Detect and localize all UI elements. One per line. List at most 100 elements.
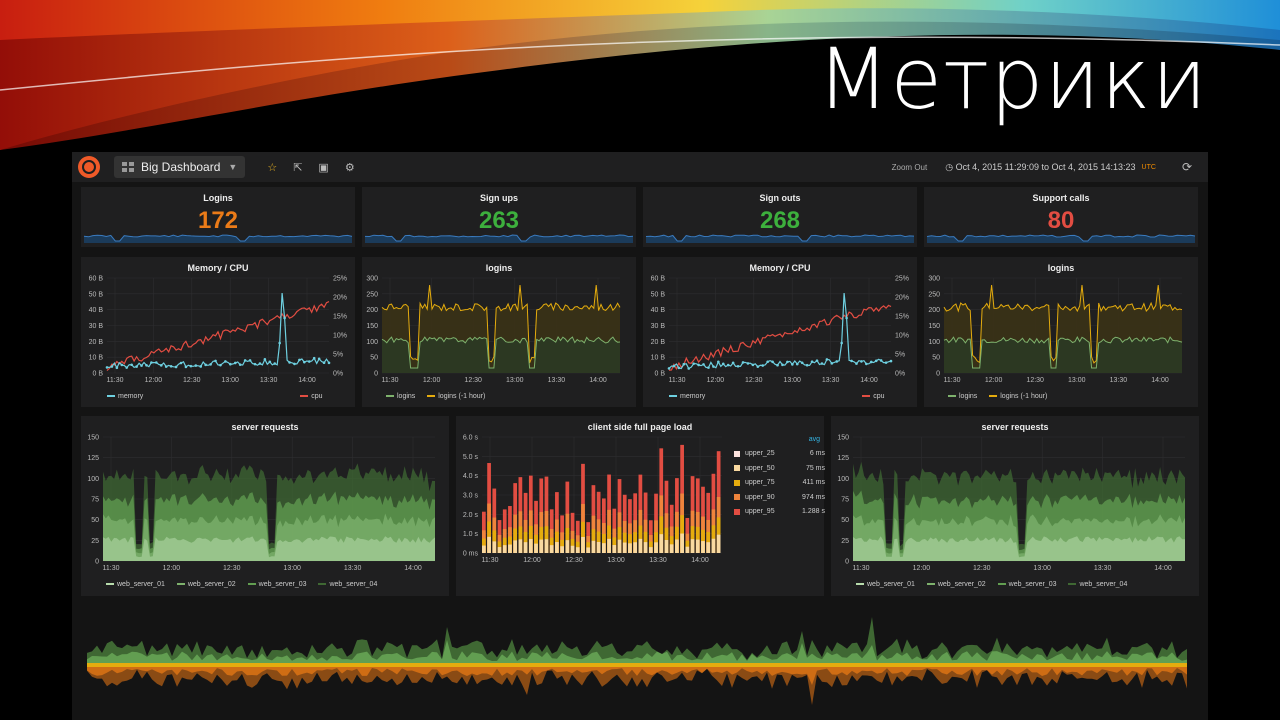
- legend-item[interactable]: web_server_03: [997, 581, 1057, 588]
- memory-point: [756, 365, 760, 368]
- memory-cpu-panel[interactable]: Memory / CPU 60 B 50 B 40 B 30 B 20 B 10 B0 B…: [81, 257, 355, 407]
- legend-item[interactable]: web_server_02: [926, 581, 986, 588]
- memory-point: [860, 360, 863, 363]
- memory-point: [224, 360, 227, 363]
- panel-title: Support calls: [1032, 193, 1090, 203]
- page-load-panel[interactable]: client side full page load 6.0 s 5.0 s 4.0…: [456, 416, 825, 596]
- x-tick-label: 12:00: [913, 565, 931, 572]
- stat-panel-support-calls[interactable]: Support calls 80: [924, 187, 1198, 247]
- stat-panel-sign-ups[interactable]: Sign ups 263: [362, 187, 636, 247]
- x-tick-label: 13:00: [506, 377, 524, 384]
- legend-item[interactable]: upper_25 6 ms: [734, 447, 825, 462]
- memory-point: [283, 316, 286, 320]
- page-load-bar: [711, 538, 716, 553]
- page-load-bar: [549, 545, 554, 553]
- y-tick-label: 50: [91, 517, 99, 524]
- x-tick-label: 13:00: [1068, 377, 1086, 384]
- grafana-logo-icon[interactable]: [78, 156, 100, 178]
- zoom-out-button[interactable]: Zoom Out: [892, 163, 928, 172]
- legend-item[interactable]: upper_90 974 ms: [734, 490, 825, 505]
- memory-point: [130, 363, 133, 367]
- legend-item[interactable]: logins (-1 hour): [989, 393, 1047, 400]
- legend-label: web_server_01: [117, 581, 165, 588]
- memory-point: [830, 362, 834, 365]
- server-requests-panel[interactable]: server requests 150 125 100 75 50 25 0 11:30 12:…: [81, 416, 449, 596]
- x-tick-label: 13:30: [260, 377, 278, 384]
- legend-item[interactable]: logins: [948, 393, 977, 400]
- legend-item[interactable]: web_server_02: [176, 581, 236, 588]
- memory-cpu-chart: 60 B 50 B 40 B 30 B 20 B 10 B 0 B 25% 20% 15% 10% 5…: [651, 276, 909, 385]
- legend-item[interactable]: logins (-1 hour): [427, 393, 485, 400]
- y2-tick-label: 0%: [333, 371, 343, 378]
- legend-item[interactable]: cpu: [300, 393, 323, 400]
- memory-point: [697, 363, 700, 367]
- legend-label: upper_25: [745, 450, 775, 458]
- page-load-bar: [617, 539, 622, 553]
- memory-point: [120, 363, 124, 367]
- page-load-bar: [528, 539, 533, 553]
- gear-icon[interactable]: ⚙: [345, 161, 355, 174]
- share-icon[interactable]: ⇱: [293, 161, 302, 174]
- y-tick-label: 10 B: [89, 355, 104, 362]
- memory-point: [855, 362, 858, 365]
- logins-panel[interactable]: logins 300 250 200 150 100 50 0 11:30 12:00 12:30…: [362, 257, 636, 407]
- chart-legend: memory cpu: [107, 393, 333, 400]
- x-tick-label: 13:00: [1033, 565, 1051, 572]
- legend-item[interactable]: web_server_01: [106, 581, 165, 588]
- save-icon[interactable]: ▣: [318, 161, 328, 174]
- logins-chart: 300 250 200 150 100 50 0 11:30 12:00 12:30 13:00 13…: [928, 276, 1183, 384]
- y-tick-label: 40 B: [651, 307, 666, 314]
- memory-point: [781, 363, 784, 367]
- legend-item[interactable]: upper_50 75 ms: [734, 461, 825, 476]
- legend-item[interactable]: logins: [386, 393, 415, 400]
- stat-panel-sign-outs[interactable]: Sign outs 268: [643, 187, 917, 247]
- y-tick-label: 40 B: [89, 307, 104, 314]
- x-tick-label: 13:30: [1094, 565, 1112, 572]
- legend-item[interactable]: memory: [669, 393, 705, 400]
- y-tick-label: 20 B: [89, 339, 104, 346]
- page-load-bar: [539, 539, 544, 553]
- legend-item[interactable]: upper_95 1.288 s: [734, 505, 825, 520]
- memory-point: [327, 361, 331, 365]
- legend-item[interactable]: web_server_04: [318, 581, 377, 588]
- x-tick-label: 14:00: [691, 557, 709, 564]
- legend-item[interactable]: cpu: [862, 393, 885, 400]
- stat-panel-logins[interactable]: Logins 172: [81, 187, 355, 247]
- dashboard-selector[interactable]: Big Dashboard ▼: [114, 156, 246, 178]
- chart-legend: web_server_01 web_server_02 web_server_0…: [856, 581, 1137, 588]
- legend-item[interactable]: web_server_03: [247, 581, 307, 588]
- legend-label: logins (-1 hour): [438, 393, 486, 400]
- page-load-bar: [675, 539, 679, 553]
- memory-point: [702, 363, 705, 366]
- x-tick-label: 14:00: [1154, 565, 1172, 572]
- refresh-icon[interactable]: ⟳: [1182, 160, 1192, 174]
- page-load-bar: [664, 539, 669, 553]
- legend-item[interactable]: upper_75 411 ms: [734, 476, 825, 491]
- memory-cpu-panel-2[interactable]: Memory / CPU 60 B 50 B 40 B 30 B 20 B 10 B0 B…: [643, 257, 917, 407]
- memory-point: [865, 362, 868, 366]
- legend-value: 6 ms: [809, 450, 825, 458]
- chevron-down-icon: ▼: [228, 162, 238, 172]
- y-tick-label: 25: [91, 538, 99, 545]
- y-tick-label: 50 B: [89, 291, 104, 298]
- legend-item[interactable]: memory: [107, 393, 143, 400]
- memory-point: [293, 362, 296, 366]
- y2-tick-label: 25%: [333, 276, 347, 283]
- x-tick-label: 12:30: [464, 377, 482, 384]
- memory-point: [712, 365, 715, 368]
- page-load-bar: [492, 541, 497, 553]
- page-load-bar: [523, 542, 528, 553]
- legend-label: cpu: [311, 393, 323, 400]
- star-icon[interactable]: ☆: [267, 161, 277, 174]
- sparkline: [364, 234, 634, 243]
- logins-panel-2[interactable]: logins 300 250 200 150 100 50 0 11:30 12:00 12:30…: [924, 257, 1198, 407]
- memory-point: [771, 360, 774, 364]
- memory-point: [145, 363, 148, 367]
- server-requests-panel-2[interactable]: server requests 150 125 100 75 50 25 0 11:30 12:…: [831, 416, 1199, 596]
- legend-item[interactable]: web_server_01: [856, 581, 915, 588]
- time-range-picker[interactable]: ◷ Oct 4, 2015 11:29:09 to Oct 4, 2015 14…: [945, 162, 1135, 173]
- memory-point: [214, 359, 217, 363]
- legend-item[interactable]: web_server_04: [1068, 581, 1127, 588]
- memory-point: [155, 361, 158, 364]
- sparkline: [83, 234, 353, 243]
